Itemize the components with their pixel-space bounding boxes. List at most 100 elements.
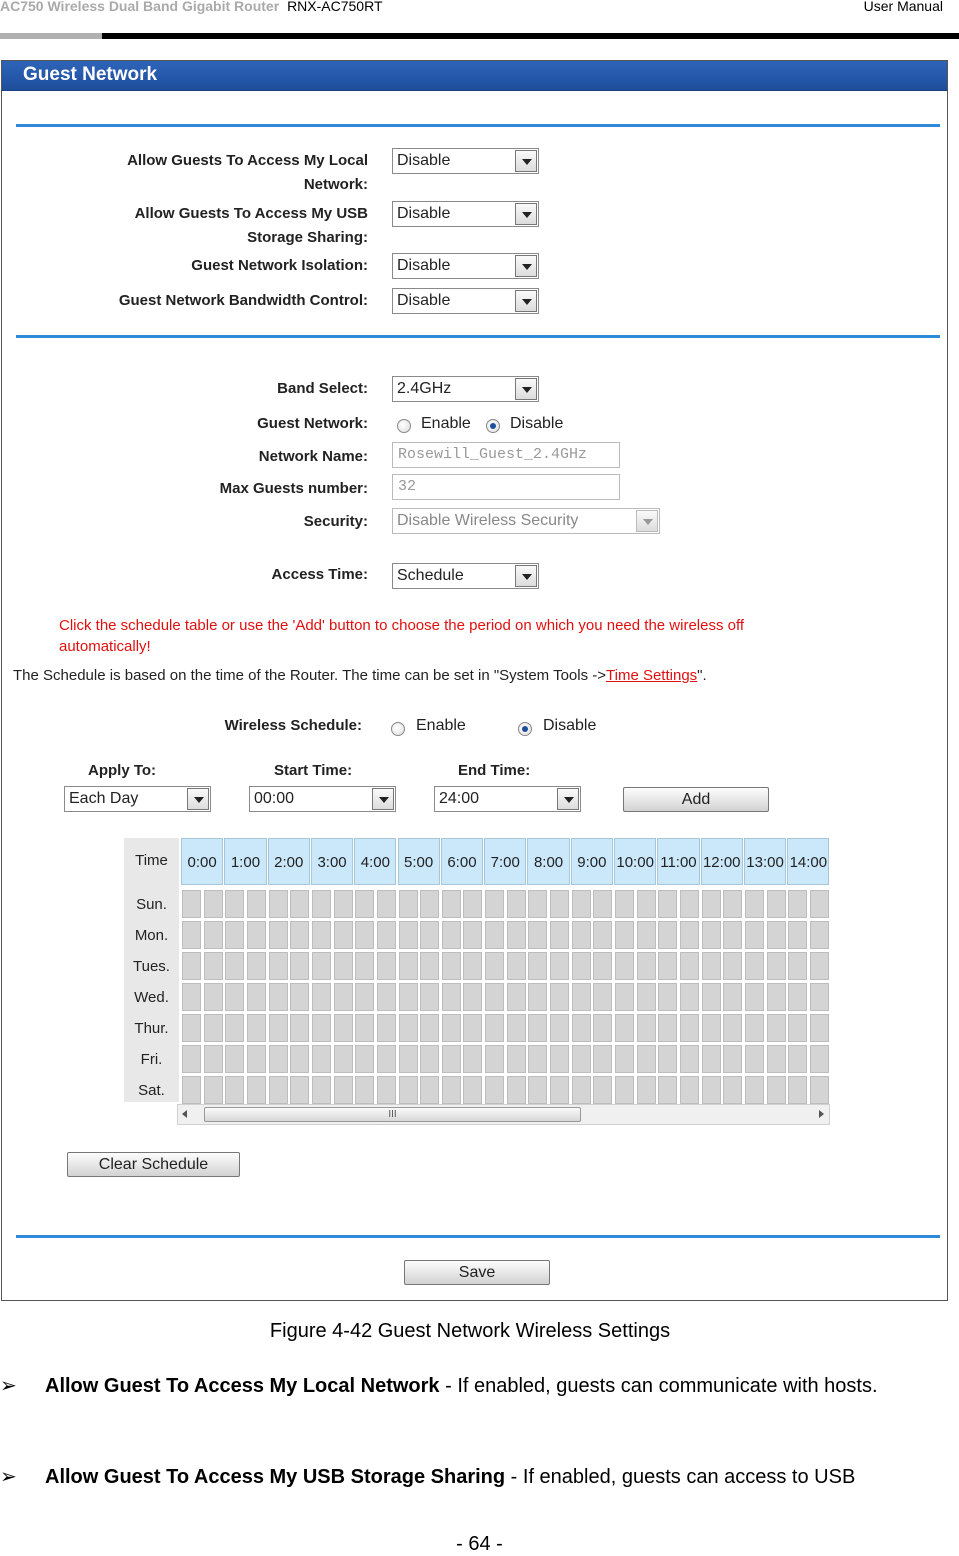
schedule-cell[interactable]: [225, 921, 245, 949]
security-select[interactable]: Disable Wireless Security: [392, 508, 660, 534]
schedule-cell[interactable]: [528, 921, 548, 949]
dropdown-arrow-icon[interactable]: [515, 203, 537, 225]
schedule-cell[interactable]: [615, 983, 634, 1011]
schedule-cell[interactable]: [701, 983, 721, 1011]
schedule-cell[interactable]: [420, 952, 440, 980]
dropdown-arrow-icon[interactable]: [515, 290, 537, 312]
schedule-cell[interactable]: [485, 1045, 505, 1073]
schedule-cell[interactable]: [355, 952, 375, 980]
schedule-cell[interactable]: [311, 952, 331, 980]
isolation-select[interactable]: Disable: [392, 253, 539, 279]
schedule-cell[interactable]: [506, 952, 526, 980]
schedule-cell[interactable]: [571, 1045, 591, 1073]
schedule-cell[interactable]: [809, 1045, 829, 1073]
schedule-cell[interactable]: [744, 1045, 764, 1073]
guest-network-enable-radio[interactable]: [397, 419, 411, 433]
schedule-cell[interactable]: [550, 983, 570, 1011]
schedule-cell[interactable]: [528, 1076, 548, 1104]
schedule-cell[interactable]: [355, 890, 375, 918]
schedule-cell[interactable]: [376, 1045, 396, 1073]
schedule-cell[interactable]: [485, 921, 505, 949]
schedule-cell[interactable]: [485, 1014, 505, 1042]
schedule-cell[interactable]: [182, 1014, 201, 1042]
schedule-cell[interactable]: [311, 1045, 331, 1073]
schedule-cell[interactable]: [355, 983, 375, 1011]
schedule-cell[interactable]: [246, 1076, 266, 1104]
schedule-cell[interactable]: [420, 890, 440, 918]
schedule-cell[interactable]: [593, 890, 613, 918]
schedule-cell[interactable]: [333, 1014, 353, 1042]
schedule-cell[interactable]: [658, 1045, 678, 1073]
schedule-cell[interactable]: [441, 921, 461, 949]
schedule-cell[interactable]: [809, 890, 829, 918]
schedule-cell[interactable]: [355, 1014, 375, 1042]
apply-to-select[interactable]: Each Day: [64, 786, 211, 812]
schedule-cell[interactable]: [290, 983, 310, 1011]
schedule-cell[interactable]: [701, 1076, 721, 1104]
schedule-cell[interactable]: [723, 1076, 743, 1104]
schedule-cell[interactable]: [246, 983, 266, 1011]
dropdown-arrow-icon[interactable]: [187, 788, 209, 810]
schedule-cell[interactable]: [246, 1014, 266, 1042]
schedule-cell[interactable]: [203, 921, 223, 949]
schedule-cell[interactable]: [809, 1076, 829, 1104]
schedule-cell[interactable]: [376, 921, 396, 949]
schedule-cell[interactable]: [744, 983, 764, 1011]
schedule-cell[interactable]: [203, 1045, 223, 1073]
bandwidth-select[interactable]: Disable: [392, 288, 539, 314]
schedule-cell[interactable]: [593, 1076, 613, 1104]
schedule-cell[interactable]: [246, 890, 266, 918]
schedule-cell[interactable]: [679, 1014, 699, 1042]
wireless-schedule-disable-radio[interactable]: [518, 722, 532, 736]
schedule-cell[interactable]: [485, 890, 505, 918]
schedule-cell[interactable]: [311, 983, 331, 1011]
schedule-cell[interactable]: [766, 1014, 786, 1042]
schedule-cell[interactable]: [550, 1045, 570, 1073]
schedule-cell[interactable]: [268, 952, 288, 980]
schedule-cell[interactable]: [398, 1076, 418, 1104]
schedule-cell[interactable]: [701, 890, 721, 918]
schedule-cell[interactable]: [506, 1014, 526, 1042]
schedule-cell[interactable]: [766, 890, 786, 918]
schedule-cell[interactable]: [333, 983, 353, 1011]
schedule-cell[interactable]: [636, 890, 656, 918]
schedule-cell[interactable]: [485, 1076, 505, 1104]
schedule-cell[interactable]: [290, 1014, 310, 1042]
schedule-cell[interactable]: [376, 1014, 396, 1042]
schedule-cell[interactable]: [203, 1014, 223, 1042]
schedule-cell[interactable]: [268, 1014, 288, 1042]
schedule-cell[interactable]: [744, 1076, 764, 1104]
schedule-cell[interactable]: [246, 921, 266, 949]
schedule-cell[interactable]: [788, 1076, 808, 1104]
schedule-cell[interactable]: [203, 952, 223, 980]
schedule-cell[interactable]: [723, 921, 743, 949]
schedule-cell[interactable]: [701, 1014, 721, 1042]
save-button[interactable]: Save: [404, 1260, 550, 1285]
schedule-cell[interactable]: [615, 1045, 634, 1073]
schedule-cell[interactable]: [182, 952, 201, 980]
schedule-cell[interactable]: [615, 921, 634, 949]
dropdown-arrow-icon[interactable]: [557, 788, 579, 810]
schedule-cell[interactable]: [485, 983, 505, 1011]
schedule-cell[interactable]: [355, 1045, 375, 1073]
schedule-cell[interactable]: [636, 1076, 656, 1104]
schedule-cell[interactable]: [225, 1076, 245, 1104]
schedule-cell[interactable]: [420, 983, 440, 1011]
schedule-cell[interactable]: [290, 1076, 310, 1104]
schedule-cell[interactable]: [182, 1045, 201, 1073]
schedule-cell[interactable]: [809, 1014, 829, 1042]
schedule-cell[interactable]: [571, 952, 591, 980]
dropdown-arrow-icon[interactable]: [372, 788, 394, 810]
schedule-cell[interactable]: [615, 1076, 634, 1104]
allow-local-select[interactable]: Disable: [392, 148, 539, 174]
schedule-cell[interactable]: [376, 952, 396, 980]
schedule-cell[interactable]: [355, 1076, 375, 1104]
schedule-cell[interactable]: [441, 983, 461, 1011]
schedule-cell[interactable]: [658, 921, 678, 949]
scroll-thumb[interactable]: III: [204, 1107, 581, 1122]
schedule-cell[interactable]: [182, 983, 201, 1011]
schedule-cell[interactable]: [723, 1045, 743, 1073]
schedule-cell[interactable]: [744, 952, 764, 980]
schedule-cell[interactable]: [788, 921, 808, 949]
schedule-cell[interactable]: [679, 1045, 699, 1073]
